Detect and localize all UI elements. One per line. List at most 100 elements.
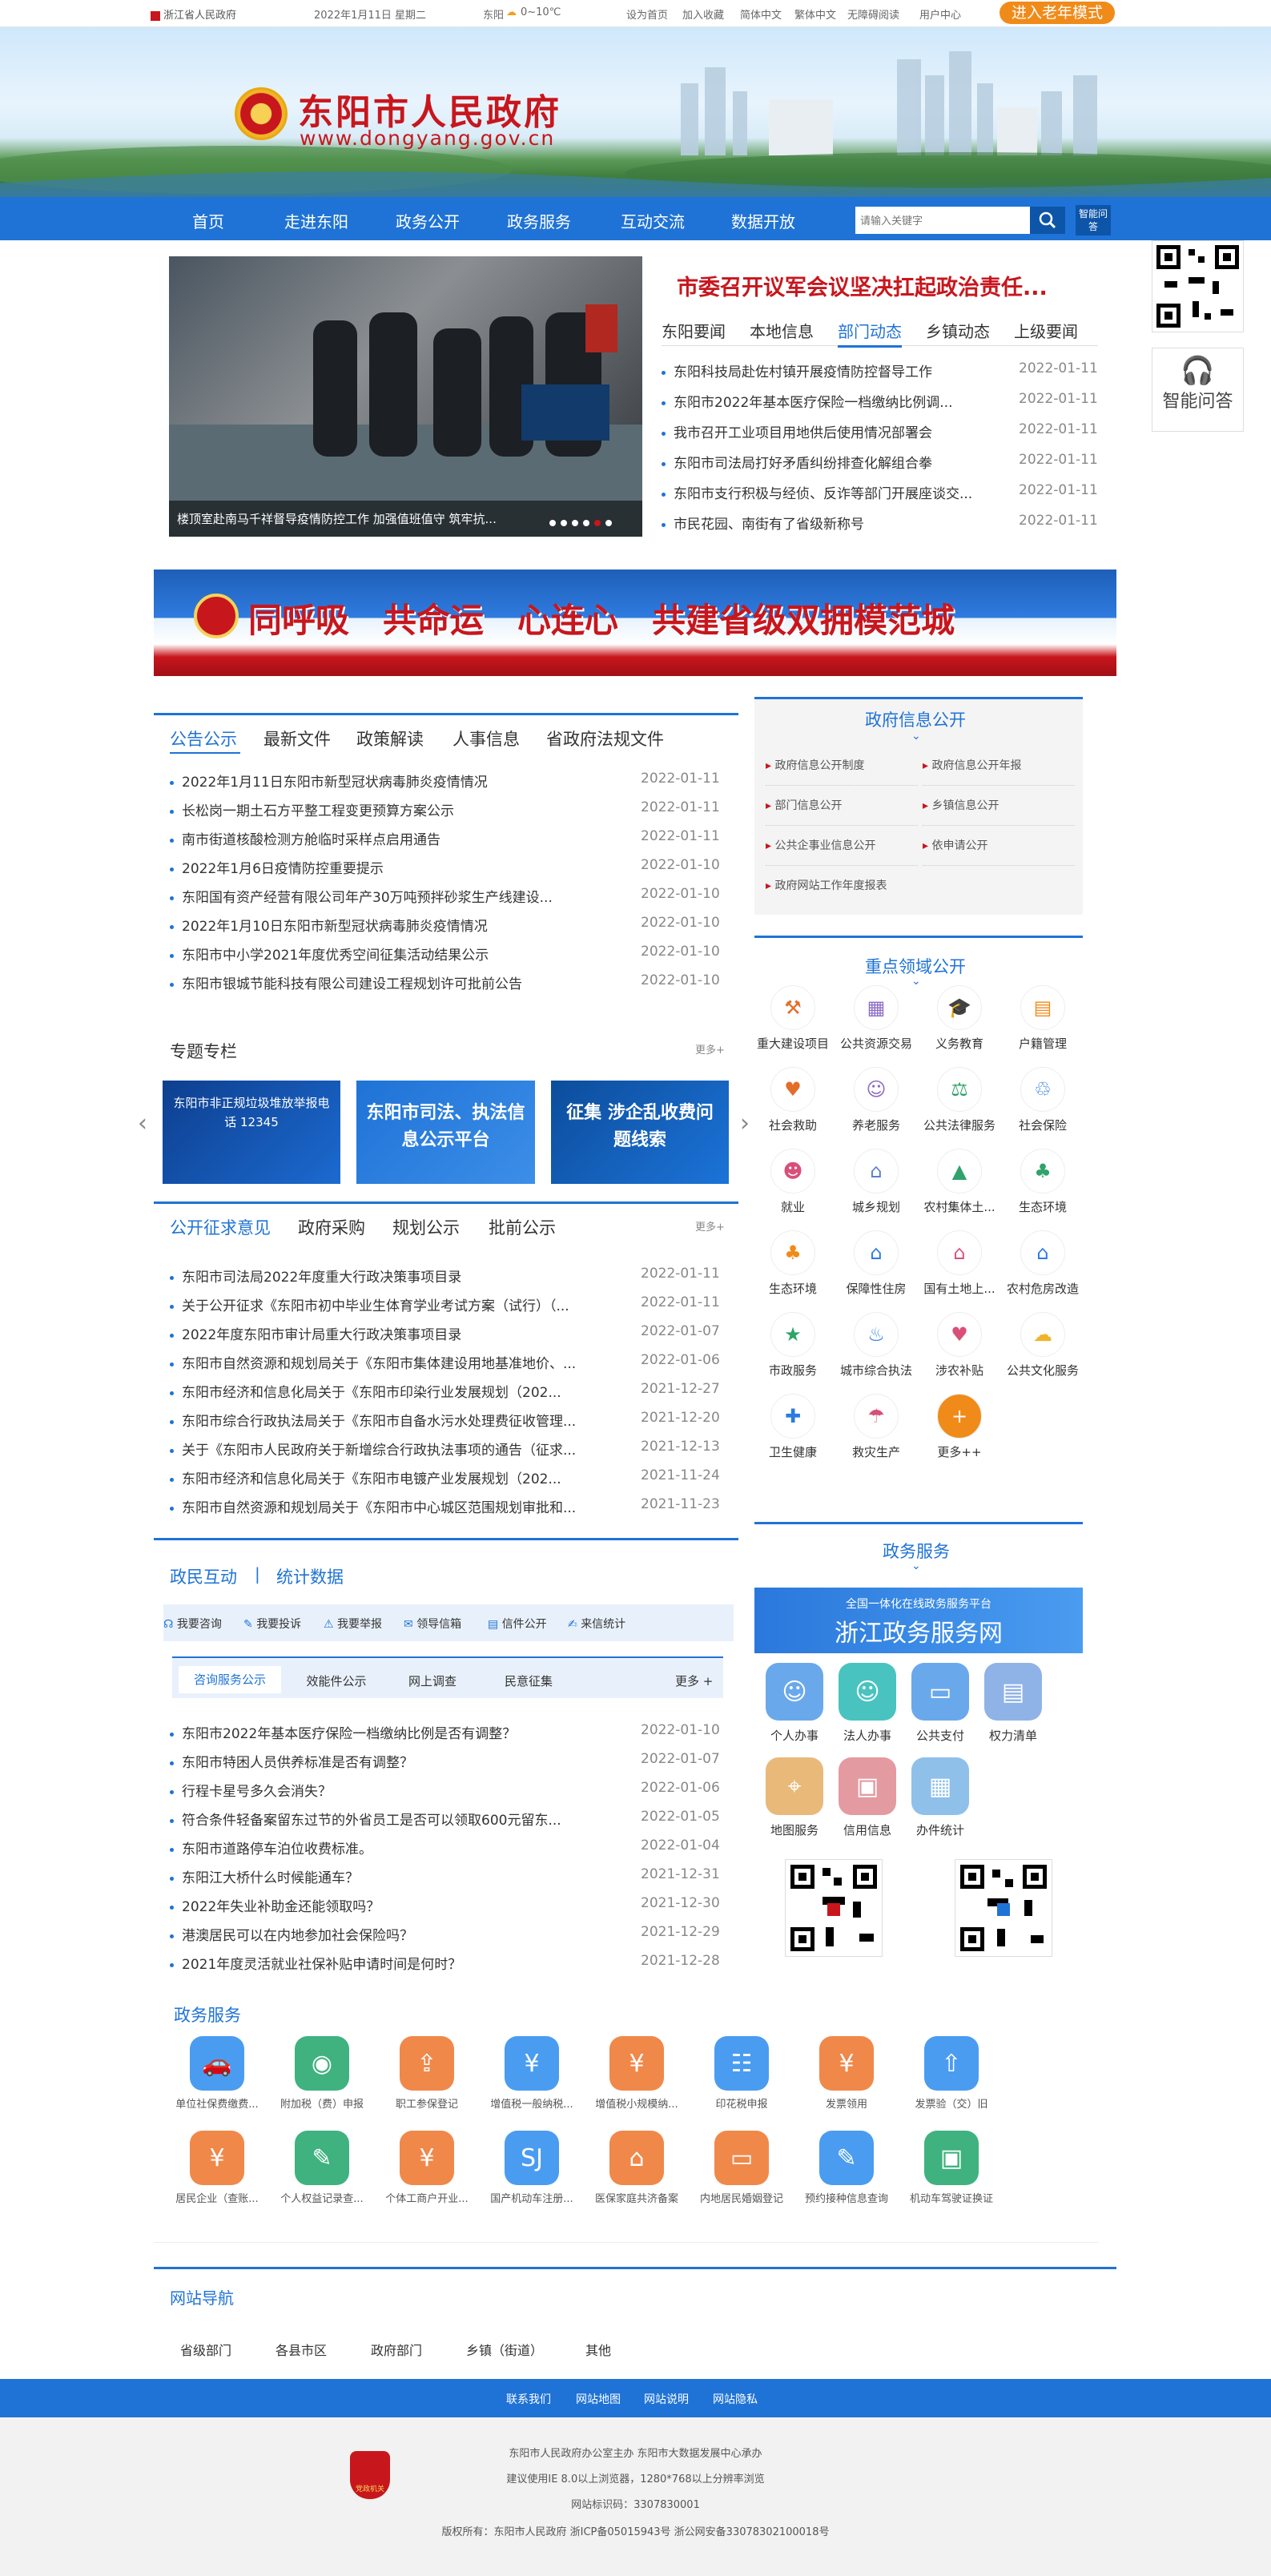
tab-dept-news[interactable]: 部门动态 xyxy=(838,319,902,348)
key-area-label[interactable]: 城乡规划 xyxy=(832,1198,920,1215)
tab-local-info[interactable]: 本地信息 xyxy=(750,319,814,342)
link-accessible[interactable]: 无障碍阅读 xyxy=(847,6,899,22)
key-area-label[interactable]: 养老服务 xyxy=(832,1117,920,1133)
key-area-icon[interactable]: ▦ xyxy=(854,985,899,1030)
footer-sitemap[interactable]: 网站地图 xyxy=(576,2391,621,2407)
nav-about[interactable]: 走进东阳 xyxy=(284,209,348,232)
service-label[interactable]: 机动车驾驶证换证 xyxy=(899,2190,1004,2205)
tab-town-news[interactable]: 乡镇动态 xyxy=(926,319,990,342)
list-item[interactable]: 东阳江大桥什么时候能通车？ xyxy=(170,1866,602,1886)
list-item[interactable]: 东阳市自然资源和规划局关于《东阳市集体建设用地基准地价、... xyxy=(170,1352,602,1372)
service-icon[interactable]: ¥ xyxy=(609,2036,664,2091)
tab-procurement[interactable]: 政府采购 xyxy=(298,1215,365,1239)
key-area-icon[interactable]: ♥ xyxy=(770,1067,815,1112)
tool-consult[interactable]: ☊ 我要咨询 xyxy=(163,1616,222,1632)
list-item[interactable]: 东阳市2022年基本医疗保险一档缴纳比例调... xyxy=(662,391,998,411)
link-homepage[interactable]: 设为首页 xyxy=(626,6,668,22)
zj-site-link[interactable]: 浙江省人民政府 xyxy=(151,6,236,22)
key-area-icon[interactable]: ♲ xyxy=(1020,1067,1065,1112)
service-label[interactable]: 职工参保登记 xyxy=(375,2095,479,2111)
list-item[interactable]: 2022年度东阳市审计局重大行政决策事项目录 xyxy=(170,1323,602,1343)
carousel-dot-active[interactable] xyxy=(594,520,601,526)
service-icon[interactable]: ✎ xyxy=(295,2131,349,2185)
user-center-link[interactable]: 用户中心 xyxy=(919,6,961,22)
list-item[interactable]: 关于《东阳市人民政府关于新增综合行政执法事项的通告（征求... xyxy=(170,1439,602,1459)
tool-complain[interactable]: ✎ 我要投诉 xyxy=(243,1616,301,1632)
service-label[interactable]: 印花税申报 xyxy=(690,2095,794,2111)
service-label[interactable]: 国产机动车注册... xyxy=(480,2190,584,2205)
carousel-dot[interactable] xyxy=(583,520,589,526)
list-item[interactable]: 长松岗一期土石方平整工程变更预算方案公示 xyxy=(170,799,594,819)
link-favorite[interactable]: 加入收藏 xyxy=(682,6,724,22)
key-area-icon[interactable]: ☁ xyxy=(1020,1312,1065,1357)
elder-mode-button[interactable]: 进入老年模式 xyxy=(1000,2,1115,24)
key-area-label[interactable]: 更多++ xyxy=(915,1443,1004,1460)
gov-service-label[interactable]: 权力清单 xyxy=(969,1727,1057,1744)
gov-service-icon[interactable]: ▣ xyxy=(839,1757,896,1815)
list-item[interactable]: 2022年失业补助金还能领取吗？ xyxy=(170,1895,602,1915)
list-item[interactable]: 东阳市经济和信息化局关于《东阳市电镀产业发展规划（202... xyxy=(170,1467,602,1487)
list-item[interactable]: 东阳国有资产经营有限公司年产30万吨预拌砂浆生产线建设... xyxy=(170,886,594,906)
list-item[interactable]: 2022年1月10日东阳市新型冠状病毒肺炎疫情情况 xyxy=(170,915,594,935)
slogan-banner[interactable]: 同呼吸 共命运 心连心 共建省级双拥模范城 xyxy=(154,570,1116,676)
service-icon[interactable]: SJ xyxy=(505,2131,559,2185)
special-card-1[interactable]: 东阳市非正规垃圾堆放举报电话 12345 xyxy=(163,1081,340,1184)
tab-public-opinion[interactable]: 公开征求意见 xyxy=(170,1215,271,1239)
carousel-dot[interactable] xyxy=(572,520,578,526)
headline-title[interactable]: 市委召开议军会议坚决扛起政治责任... xyxy=(677,270,1048,301)
subtab-efficiency[interactable]: 效能件公示 xyxy=(292,1672,380,1689)
list-item[interactable]: 东阳市经济和信息化局关于《东阳市印染行业发展规划（202... xyxy=(170,1381,602,1401)
key-area-icon[interactable]: ★ xyxy=(770,1312,815,1357)
site-nav-towns[interactable]: 乡镇（街道） xyxy=(466,2340,543,2359)
list-item[interactable]: 2022年1月11日东阳市新型冠状病毒肺炎疫情情况 xyxy=(170,771,594,791)
link-simplified[interactable]: 简体中文 xyxy=(740,6,782,22)
list-item[interactable]: 东阳市司法局2022年度重大行政决策事项目录 xyxy=(170,1266,602,1286)
tab-latest-files[interactable]: 最新文件 xyxy=(263,727,331,751)
key-area-label[interactable]: 生态环境 xyxy=(749,1280,837,1297)
list-item[interactable]: 关于公开征求《东阳市初中毕业生体育学业考试方案（试行）（... xyxy=(170,1294,602,1314)
key-area-label[interactable]: 市政服务 xyxy=(749,1362,837,1379)
key-area-icon[interactable]: ⌂ xyxy=(854,1230,899,1275)
service-icon[interactable]: ✎ xyxy=(819,2131,874,2185)
gov-info-item[interactable]: ▸ 政府信息公开年报 xyxy=(923,757,1075,786)
service-label[interactable]: 发票领用 xyxy=(794,2095,899,2111)
key-area-label[interactable]: 卫生健康 xyxy=(749,1443,837,1460)
side-qa-button[interactable]: 🎧 智能问答 xyxy=(1152,348,1244,432)
site-nav-provincial[interactable]: 省级部门 xyxy=(180,2340,231,2359)
list-item[interactable]: 行程卡星号多久会消失？ xyxy=(170,1780,602,1800)
key-area-label[interactable]: 城市综合执法 xyxy=(832,1362,920,1379)
list-item[interactable]: 我市召开工业项目用地供后使用情况部署会 xyxy=(662,421,998,441)
gov-info-item[interactable]: ▸ 部门信息公开 xyxy=(766,797,918,826)
list-item[interactable]: 市民花园、南街有了省级新称号 xyxy=(662,513,998,533)
key-area-label[interactable]: 户籍管理 xyxy=(999,1035,1087,1052)
key-area-icon[interactable]: ⌂ xyxy=(854,1149,899,1193)
key-area-icon[interactable]: ▲ xyxy=(937,1149,982,1193)
service-icon[interactable]: ¥ xyxy=(505,2036,559,2091)
service-label[interactable]: 个人权益记录查... xyxy=(270,2190,374,2205)
gov-service-icon[interactable]: ▦ xyxy=(911,1757,969,1815)
tab-dy-news[interactable]: 东阳要闻 xyxy=(662,319,726,342)
list-item[interactable]: 东阳市中小学2021年度优秀空间征集活动结果公示 xyxy=(170,944,594,964)
nav-home[interactable]: 首页 xyxy=(192,209,224,232)
gov-info-item[interactable]: ▸ 政府信息公开制度 xyxy=(766,757,918,786)
tool-mailbox[interactable]: ✉ 领导信箱 xyxy=(404,1616,461,1632)
gov-service-icon[interactable]: ☺ xyxy=(839,1663,896,1721)
key-area-icon[interactable]: ☂ xyxy=(854,1394,899,1439)
list-item[interactable]: 符合条件轻备案留东过节的外省员工是否可以领取600元留东... xyxy=(170,1809,602,1829)
gov-info-item[interactable]: ▸ 依申请公开 xyxy=(923,837,1075,866)
gov-service-icon[interactable]: ⌖ xyxy=(766,1757,823,1815)
gov-service-label[interactable]: 办件统计 xyxy=(896,1821,984,1838)
headline-carousel[interactable]: 楼顶室赴南马千祥督导疫情防控工作 加强值班值守 筑牢抗... xyxy=(169,256,642,537)
subtab-consult[interactable]: 咨询服务公示 xyxy=(179,1666,281,1693)
list-item[interactable]: 东阳市2022年基本医疗保险一档缴纳比例是否有调整？ xyxy=(170,1722,602,1742)
footer-privacy[interactable]: 网站隐私 xyxy=(713,2391,758,2407)
service-label[interactable]: 增值税小规模纳... xyxy=(585,2095,689,2111)
gov-service-icon[interactable]: ☺ xyxy=(766,1663,823,1721)
tool-letters[interactable]: ▤ 信件公开 xyxy=(488,1616,547,1632)
list-item[interactable]: 东阳市自然资源和规划局关于《东阳市中心城区范围规划审批和... xyxy=(170,1496,602,1516)
gov-service-icon[interactable]: ▤ xyxy=(984,1663,1042,1721)
gov-info-item[interactable]: ▸ 乡镇信息公开 xyxy=(923,797,1075,826)
subtab-survey[interactable]: 网上调查 xyxy=(388,1672,477,1689)
service-icon[interactable]: ¥ xyxy=(819,2036,874,2091)
footer-contact[interactable]: 联系我们 xyxy=(506,2391,551,2407)
